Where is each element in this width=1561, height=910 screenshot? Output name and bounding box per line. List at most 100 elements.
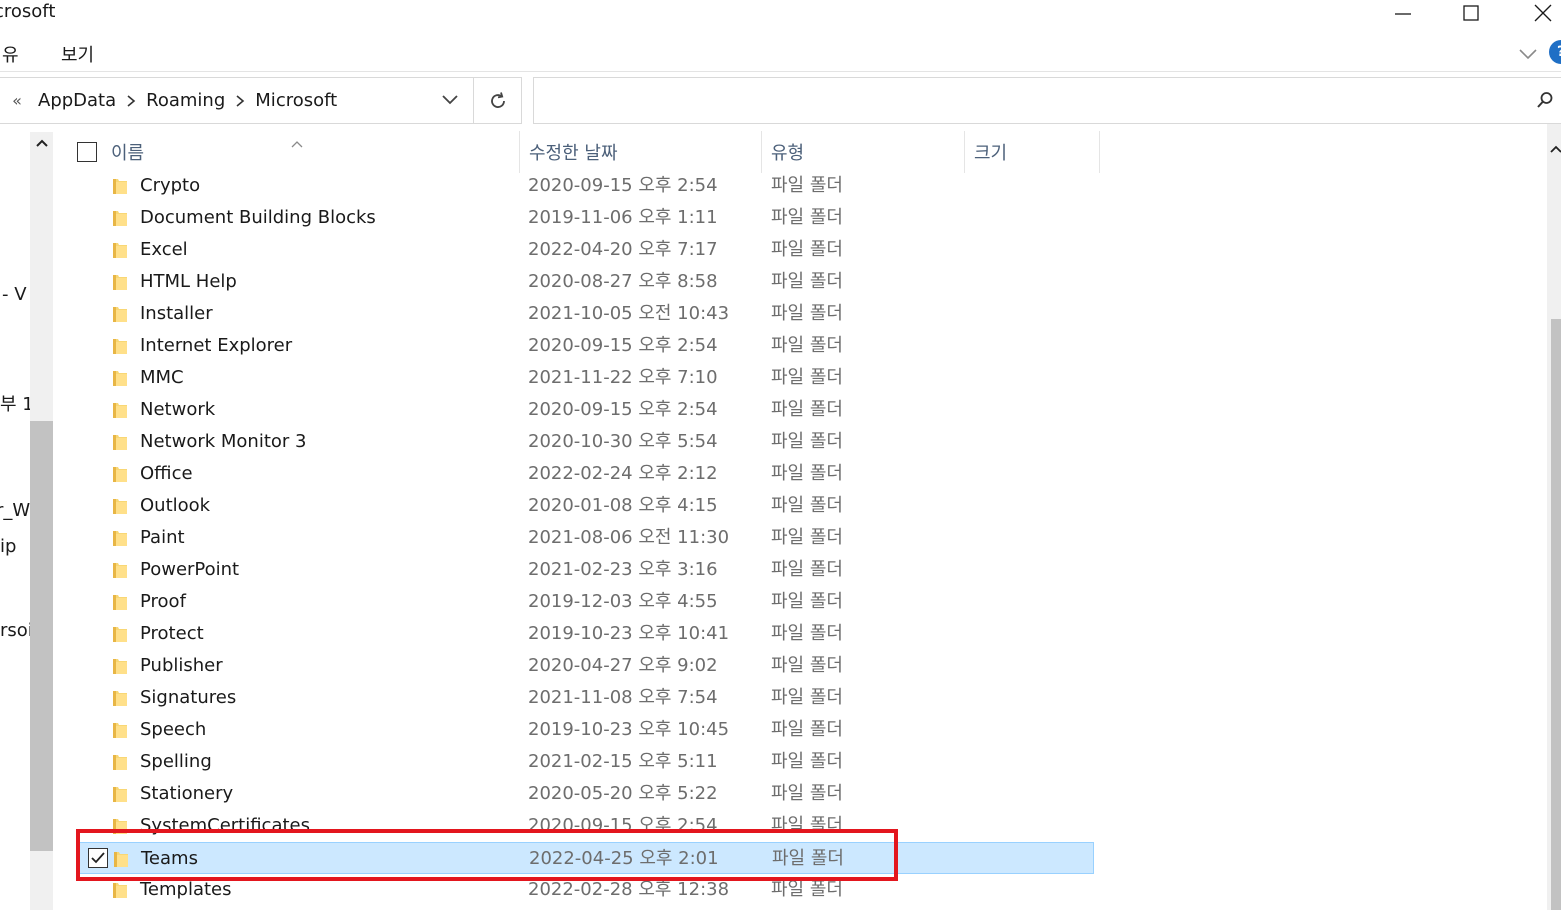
file-row[interactable]: Internet Explorer 2020-09-15 오후 2:54 파일 폴더 bbox=[79, 330, 1094, 362]
address-dropdown-button[interactable] bbox=[440, 92, 460, 112]
nav-item-fragment[interactable]: ip bbox=[0, 536, 16, 557]
folder-icon bbox=[112, 689, 128, 707]
file-row[interactable]: Outlook 2020-01-08 오후 4:15 파일 폴더 bbox=[79, 490, 1094, 522]
file-type: 파일 폴더 bbox=[771, 559, 843, 580]
file-name: HTML Help bbox=[140, 271, 237, 292]
address-bar[interactable]: « AppData Roaming Microsoft bbox=[0, 77, 474, 124]
sort-ascending-icon bbox=[291, 133, 303, 152]
annotation-highlight-box bbox=[76, 829, 898, 881]
file-type: 파일 폴더 bbox=[771, 495, 843, 516]
ribbon-menu: 유 보기 bbox=[0, 34, 1561, 72]
file-modified-date: 2022-04-20 오후 7:17 bbox=[528, 239, 718, 260]
column-header-type[interactable]: 유형 bbox=[761, 131, 964, 173]
folder-icon bbox=[112, 785, 128, 803]
chevron-right-icon[interactable] bbox=[229, 94, 251, 108]
file-modified-date: 2020-01-08 오후 4:15 bbox=[528, 495, 718, 516]
folder-icon bbox=[112, 369, 128, 387]
file-row[interactable]: MMC 2021-11-22 오후 7:10 파일 폴더 bbox=[79, 362, 1094, 394]
search-icon[interactable] bbox=[1536, 91, 1554, 113]
file-type: 파일 폴더 bbox=[771, 783, 843, 804]
scroll-up-icon[interactable] bbox=[1549, 138, 1561, 157]
file-name: Stationery bbox=[140, 783, 234, 804]
file-row[interactable]: Paint 2021-08-06 오전 11:30 파일 폴더 bbox=[79, 522, 1094, 554]
file-modified-date: 2021-11-22 오후 7:10 bbox=[528, 367, 718, 388]
file-modified-date: 2019-10-23 오후 10:45 bbox=[528, 719, 730, 740]
file-name: Network Monitor 3 bbox=[140, 431, 307, 452]
file-row[interactable]: Speech 2019-10-23 오후 10:45 파일 폴더 bbox=[79, 714, 1094, 746]
file-type: 파일 폴더 bbox=[771, 367, 843, 388]
minimize-button[interactable] bbox=[1378, 0, 1428, 26]
file-row[interactable]: Crypto 2020-09-15 오후 2:54 파일 폴더 bbox=[79, 170, 1094, 202]
file-name: Paint bbox=[140, 527, 185, 548]
file-modified-date: 2020-10-30 오후 5:54 bbox=[528, 431, 718, 452]
file-row[interactable]: Signatures 2021-11-08 오후 7:54 파일 폴더 bbox=[79, 682, 1094, 714]
scroll-up-icon[interactable] bbox=[30, 138, 53, 158]
folder-icon bbox=[112, 497, 128, 515]
expand-ribbon-button[interactable] bbox=[1518, 46, 1538, 65]
file-row[interactable]: Excel 2022-04-20 오후 7:17 파일 폴더 bbox=[79, 234, 1094, 266]
navigation-pane[interactable]: - V 부 1 r_W ip rsoi bbox=[0, 124, 56, 910]
file-name: Outlook bbox=[140, 495, 211, 516]
file-type: 파일 폴더 bbox=[771, 239, 843, 260]
minimize-icon bbox=[1395, 13, 1411, 15]
file-name: Crypto bbox=[140, 175, 201, 196]
column-header-name[interactable]: 이름 bbox=[101, 131, 519, 173]
file-type: 파일 폴더 bbox=[771, 687, 843, 708]
file-row[interactable]: Protect 2019-10-23 오후 10:41 파일 폴더 bbox=[79, 618, 1094, 650]
breadcrumb-microsoft[interactable]: Microsoft bbox=[251, 90, 341, 111]
file-row[interactable]: Spelling 2021-02-15 오후 5:11 파일 폴더 bbox=[79, 746, 1094, 778]
file-row[interactable]: PowerPoint 2021-02-23 오후 3:16 파일 폴더 bbox=[79, 554, 1094, 586]
file-modified-date: 2021-02-15 오후 5:11 bbox=[528, 751, 718, 772]
folder-icon bbox=[112, 593, 128, 611]
column-header-date[interactable]: 수정한 날짜 bbox=[519, 131, 761, 173]
folder-icon bbox=[112, 529, 128, 547]
refresh-button[interactable] bbox=[474, 77, 522, 124]
nav-scrollbar[interactable] bbox=[30, 132, 53, 910]
folder-icon bbox=[112, 465, 128, 483]
column-header-row: 이름 수정한 날짜 유형 크기 bbox=[57, 131, 1107, 173]
file-row[interactable]: HTML Help 2020-08-27 오후 8:58 파일 폴더 bbox=[79, 266, 1094, 298]
maximize-button[interactable] bbox=[1446, 0, 1496, 26]
file-list-scrollbar-thumb[interactable] bbox=[1551, 319, 1561, 910]
nav-item-fragment[interactable]: 부 1 bbox=[0, 390, 34, 416]
folder-icon bbox=[112, 241, 128, 259]
folder-icon bbox=[112, 177, 128, 195]
close-button[interactable] bbox=[1518, 0, 1561, 26]
menu-share[interactable]: 유 bbox=[2, 41, 19, 67]
search-input[interactable] bbox=[533, 77, 1561, 124]
file-modified-date: 2020-09-15 오후 2:54 bbox=[528, 175, 718, 196]
file-row[interactable]: Office 2022-02-24 오후 2:12 파일 폴더 bbox=[79, 458, 1094, 490]
nav-scrollbar-thumb[interactable] bbox=[30, 421, 53, 851]
file-row[interactable]: Document Building Blocks 2019-11-06 오후 1:… bbox=[79, 202, 1094, 234]
folder-icon bbox=[112, 881, 128, 899]
file-type: 파일 폴더 bbox=[771, 655, 843, 676]
nav-item-fragment[interactable]: rsoi bbox=[0, 620, 33, 641]
folder-icon bbox=[112, 657, 128, 675]
file-row[interactable]: Publisher 2020-04-27 오후 9:02 파일 폴더 bbox=[79, 650, 1094, 682]
chevron-down-icon bbox=[442, 95, 458, 105]
file-row[interactable]: Installer 2021-10-05 오전 10:43 파일 폴더 bbox=[79, 298, 1094, 330]
file-list-scrollbar[interactable] bbox=[1547, 124, 1561, 910]
column-divider[interactable] bbox=[1099, 131, 1100, 173]
file-type: 파일 폴더 bbox=[771, 431, 843, 452]
file-name: Office bbox=[140, 463, 193, 484]
chevron-down-icon bbox=[1519, 49, 1537, 60]
select-all-checkbox[interactable] bbox=[77, 142, 97, 162]
file-row[interactable]: Network Monitor 3 2020-10-30 오후 5:54 파일 폴더 bbox=[79, 426, 1094, 458]
breadcrumb-appdata[interactable]: AppData bbox=[34, 90, 120, 111]
file-modified-date: 2020-09-15 오후 2:54 bbox=[528, 335, 718, 356]
file-name: Protect bbox=[140, 623, 204, 644]
file-row[interactable]: Proof 2019-12-03 오후 4:55 파일 폴더 bbox=[79, 586, 1094, 618]
file-modified-date: 2019-10-23 오후 10:41 bbox=[528, 623, 730, 644]
column-header-size[interactable]: 크기 bbox=[964, 131, 1099, 173]
nav-item-fragment[interactable]: r_W bbox=[0, 500, 30, 521]
breadcrumb-roaming[interactable]: Roaming bbox=[142, 90, 229, 111]
chevron-right-icon[interactable] bbox=[120, 94, 142, 108]
previous-locations-icon[interactable]: « bbox=[0, 91, 34, 110]
folder-icon bbox=[112, 753, 128, 771]
nav-item-fragment[interactable]: - V bbox=[2, 284, 27, 305]
menu-view[interactable]: 보기 bbox=[61, 41, 94, 67]
file-row[interactable]: Stationery 2020-05-20 오후 5:22 파일 폴더 bbox=[79, 778, 1094, 810]
file-row[interactable]: Network 2020-09-15 오후 2:54 파일 폴더 bbox=[79, 394, 1094, 426]
maximize-icon bbox=[1463, 5, 1479, 21]
